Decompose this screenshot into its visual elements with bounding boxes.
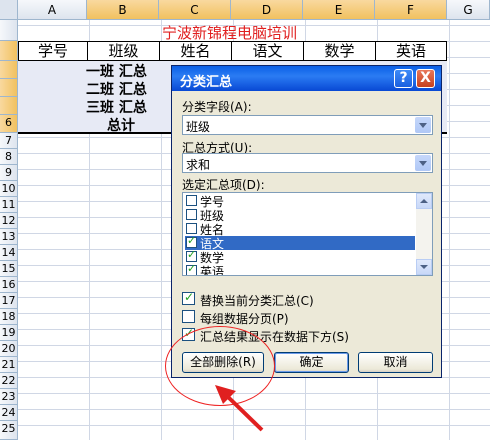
red-arrow-icon (215, 385, 264, 432)
